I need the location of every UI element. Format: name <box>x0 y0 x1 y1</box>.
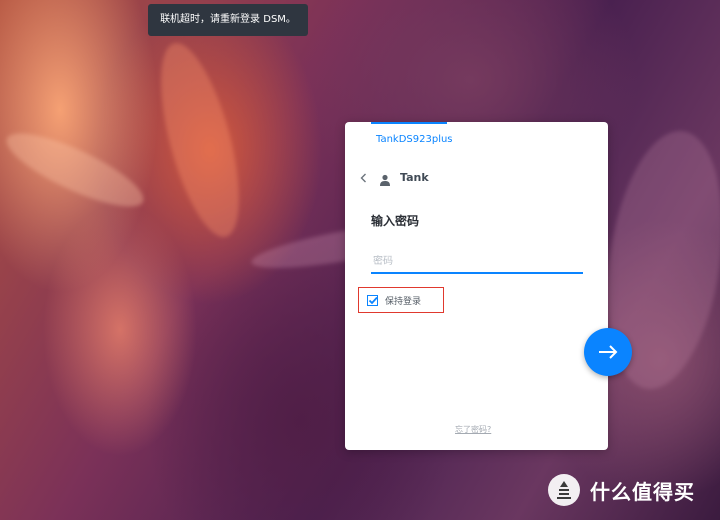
chevron-left-icon[interactable] <box>357 170 371 184</box>
keep-signed-in-checkbox[interactable] <box>367 294 378 306</box>
toast-message: 联机超时，请重新登录 DSM。 <box>160 14 296 25</box>
checkmark-icon <box>368 296 378 304</box>
forgot-password-link[interactable]: 忘了密码? <box>455 424 491 435</box>
server-hostname: TankDS923plus <box>376 134 453 145</box>
watermark-text: 什么值得买 <box>590 479 695 504</box>
password-prompt: 输入密码 <box>371 214 420 228</box>
arrow-right-icon <box>599 345 618 359</box>
keep-signed-in-option[interactable]: 保持登录 <box>358 287 444 313</box>
password-field[interactable] <box>371 250 583 274</box>
watermark-logo <box>548 474 580 506</box>
user-icon <box>379 171 391 186</box>
account-row: Tank <box>357 169 429 186</box>
session-timeout-toast: 联机超时，请重新登录 DSM。 <box>148 4 308 36</box>
login-panel: TankDS923plus Tank 输入密码 忘了密码? <box>345 122 608 450</box>
logo-icon <box>557 481 571 499</box>
active-tab-indicator <box>371 122 447 124</box>
sign-in-button[interactable] <box>584 328 632 376</box>
username-label: Tank <box>400 170 429 184</box>
keep-signed-in-label: 保持登录 <box>385 296 422 307</box>
site-watermark: 什么值得买 <box>548 474 695 506</box>
